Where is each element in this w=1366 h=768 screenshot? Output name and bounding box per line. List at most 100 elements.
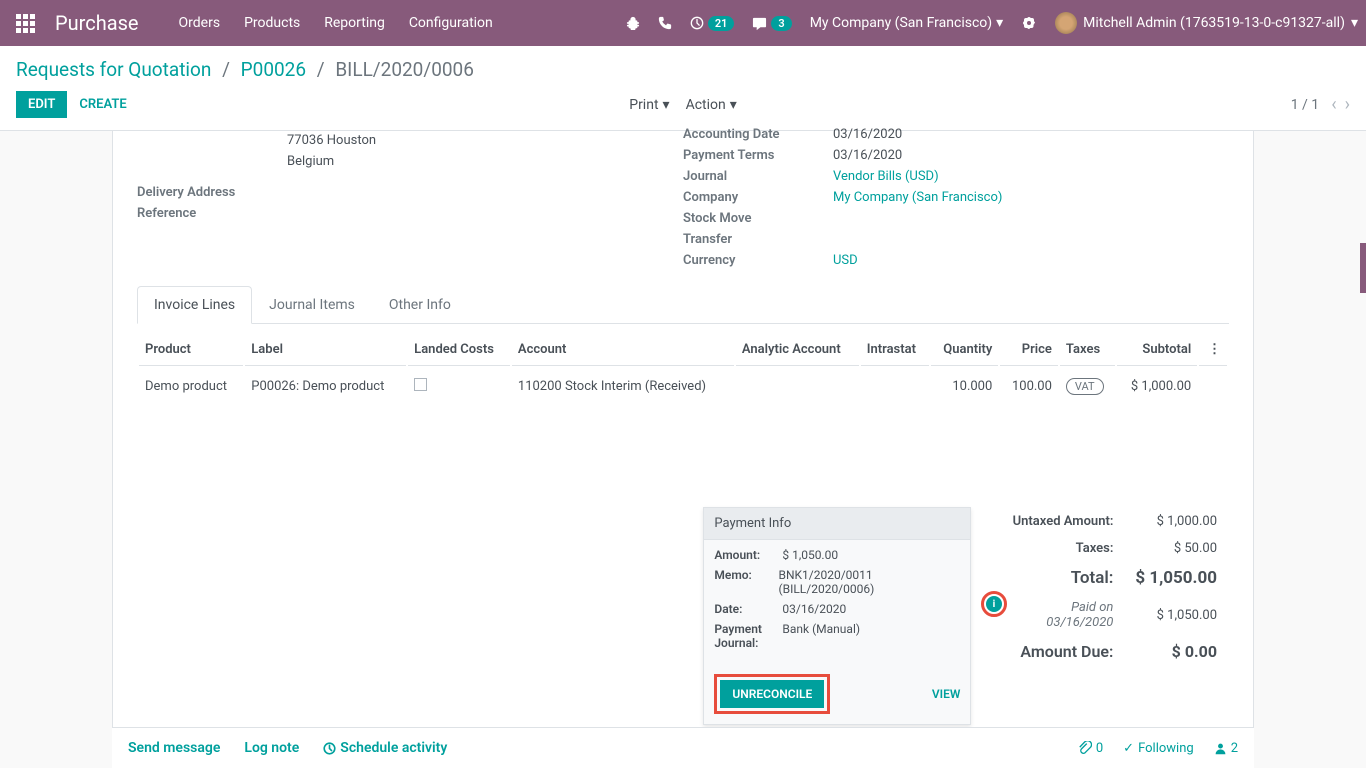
company-selector[interactable]: My Company (San Francisco) ▾ <box>810 15 1003 31</box>
untaxed-label: Untaxed Amount: <box>993 509 1123 534</box>
cell-subtotal: $ 1,000.00 <box>1117 368 1197 405</box>
landed-costs-checkbox[interactable] <box>414 378 427 391</box>
th-landed[interactable]: Landed Costs <box>408 334 510 366</box>
chatter-bar: Send message Log note Schedule activity … <box>112 727 1254 768</box>
table-row[interactable]: Demo product P00026: Demo product 110200… <box>139 368 1227 405</box>
th-subtotal[interactable]: Subtotal <box>1117 334 1197 366</box>
messages-icon[interactable]: 3 <box>752 16 791 31</box>
totals-area: Payment Info Amount: $ 1,050.00 Memo: BN… <box>137 507 1229 725</box>
vendor-address: 77036 Houston Belgium <box>287 131 663 173</box>
payment-info-popup: Payment Info Amount: $ 1,050.00 Memo: BN… <box>703 507 971 725</box>
tab-invoice-lines[interactable]: Invoice Lines <box>137 286 252 324</box>
view-button[interactable]: VIEW <box>932 687 961 701</box>
payment-info-title: Payment Info <box>704 508 970 540</box>
taxes-value: $ 50.00 <box>1125 536 1227 561</box>
cell-label: P00026: Demo product <box>245 368 406 405</box>
column-menu-icon[interactable]: ⋮ <box>1199 334 1227 366</box>
th-label[interactable]: Label <box>245 334 406 366</box>
nav-products[interactable]: Products <box>244 15 300 31</box>
th-quantity[interactable]: Quantity <box>931 334 999 366</box>
tab-journal-items[interactable]: Journal Items <box>252 286 372 323</box>
attachments-button[interactable]: 0 <box>1078 741 1103 756</box>
th-price[interactable]: Price <box>1000 334 1058 366</box>
due-label: Amount Due: <box>993 637 1123 666</box>
pi-journal-value: Bank (Manual) <box>782 622 860 650</box>
nav-reporting[interactable]: Reporting <box>324 15 385 31</box>
nav-orders[interactable]: Orders <box>179 15 221 31</box>
value-journal[interactable]: Vendor Bills (USD) <box>833 169 939 184</box>
label-transfer: Transfer <box>683 232 833 247</box>
messages-badge: 3 <box>771 16 791 31</box>
scroll-indicator[interactable] <box>1360 243 1366 293</box>
log-note-button[interactable]: Log note <box>244 740 299 756</box>
app-title[interactable]: Purchase <box>55 11 139 35</box>
th-account[interactable]: Account <box>512 334 734 366</box>
breadcrumb: Requests for Quotation / P00026 / BILL/2… <box>16 58 1350 81</box>
pi-memo-value: BNK1/2020/0011 (BILL/2020/0006) <box>778 568 960 596</box>
tabs: Invoice Lines Journal Items Other Info <box>137 286 1229 324</box>
top-nav: Purchase Orders Products Reporting Confi… <box>0 0 1366 46</box>
edit-button[interactable]: EDIT <box>16 91 67 118</box>
highlight-box: UNRECONCILE <box>714 674 830 714</box>
nav-configuration[interactable]: Configuration <box>409 15 493 31</box>
cell-account: 110200 Stock Interim (Received) <box>512 368 734 405</box>
schedule-activity-button[interactable]: Schedule activity <box>323 740 447 756</box>
label-company: Company <box>683 190 833 205</box>
invoice-lines-table: Product Label Landed Costs Account Analy… <box>137 332 1229 407</box>
cell-product: Demo product <box>139 368 243 405</box>
breadcrumb-sep: / <box>222 58 230 81</box>
caret-down-icon: ▾ <box>1351 15 1358 31</box>
label-delivery-address: Delivery Address <box>137 185 287 200</box>
paid-value: $ 1,050.00 <box>1125 595 1227 635</box>
th-product[interactable]: Product <box>139 334 243 366</box>
breadcrumb-current: BILL/2020/0006 <box>335 58 474 81</box>
tab-other-info[interactable]: Other Info <box>372 286 468 323</box>
untaxed-value: $ 1,000.00 <box>1125 509 1227 534</box>
send-message-button[interactable]: Send message <box>128 740 220 756</box>
pager-next[interactable]: › <box>1345 94 1350 115</box>
th-intrastat[interactable]: Intrastat <box>861 334 929 366</box>
activities-icon[interactable]: 21 <box>690 16 735 31</box>
value-currency[interactable]: USD <box>833 253 858 268</box>
pager-prev[interactable]: ‹ <box>1331 94 1336 115</box>
apps-icon[interactable] <box>16 14 35 33</box>
cell-quantity: 10.000 <box>931 368 999 405</box>
nav-menu: Orders Products Reporting Configuration <box>179 15 626 31</box>
due-value: $ 0.00 <box>1125 637 1227 666</box>
info-icon[interactable]: i <box>986 596 1002 612</box>
th-analytic[interactable]: Analytic Account <box>736 334 859 366</box>
print-dropdown[interactable]: Print ▾ <box>629 97 669 113</box>
control-row: EDIT CREATE Print ▾ Action ▾ 1 / 1 ‹ › <box>16 91 1350 118</box>
action-dropdown[interactable]: Action ▾ <box>686 97 737 113</box>
value-company[interactable]: My Company (San Francisco) <box>833 190 1002 205</box>
breadcrumb-root[interactable]: Requests for Quotation <box>16 58 211 81</box>
pi-journal-label: Payment Journal: <box>714 622 782 650</box>
unreconcile-button[interactable]: UNRECONCILE <box>720 680 824 708</box>
clock-icon <box>323 742 336 755</box>
paid-label: Paid on 03/16/2020 <box>993 595 1123 635</box>
pi-date-label: Date: <box>714 602 782 616</box>
total-value: $ 1,050.00 <box>1125 563 1227 593</box>
caret-down-icon: ▾ <box>663 97 670 113</box>
label-accounting-date: Accounting Date <box>683 127 833 142</box>
caret-down-icon: ▾ <box>996 15 1003 31</box>
pager-text: 1 / 1 <box>1291 97 1319 113</box>
nav-icons: 21 3 My Company (San Francisco) ▾ Mitche… <box>626 12 1358 34</box>
value-accounting-date: 03/16/2020 <box>833 127 902 142</box>
user-menu[interactable]: Mitchell Admin (1763519-13-0-c91327-all)… <box>1055 12 1358 34</box>
user-name: Mitchell Admin (1763519-13-0-c91327-all) <box>1083 15 1345 31</box>
phone-icon[interactable] <box>658 16 672 30</box>
breadcrumb-parent[interactable]: P00026 <box>241 58 306 81</box>
debug-icon[interactable] <box>1021 15 1037 31</box>
highlight-circle: i <box>981 591 1007 617</box>
label-stock-move: Stock Move <box>683 211 833 226</box>
th-taxes[interactable]: Taxes <box>1060 334 1115 366</box>
followers-button[interactable]: 2 <box>1214 741 1238 756</box>
pi-amount-value: $ 1,050.00 <box>782 548 838 562</box>
paperclip-icon <box>1078 741 1092 755</box>
bug-icon[interactable] <box>626 16 640 30</box>
following-button[interactable]: ✓ Following <box>1123 741 1194 756</box>
totals-table: Untaxed Amount: $ 1,000.00 Taxes: $ 50.0… <box>991 507 1229 668</box>
cell-price: 100.00 <box>1000 368 1058 405</box>
create-button[interactable]: CREATE <box>79 97 126 112</box>
